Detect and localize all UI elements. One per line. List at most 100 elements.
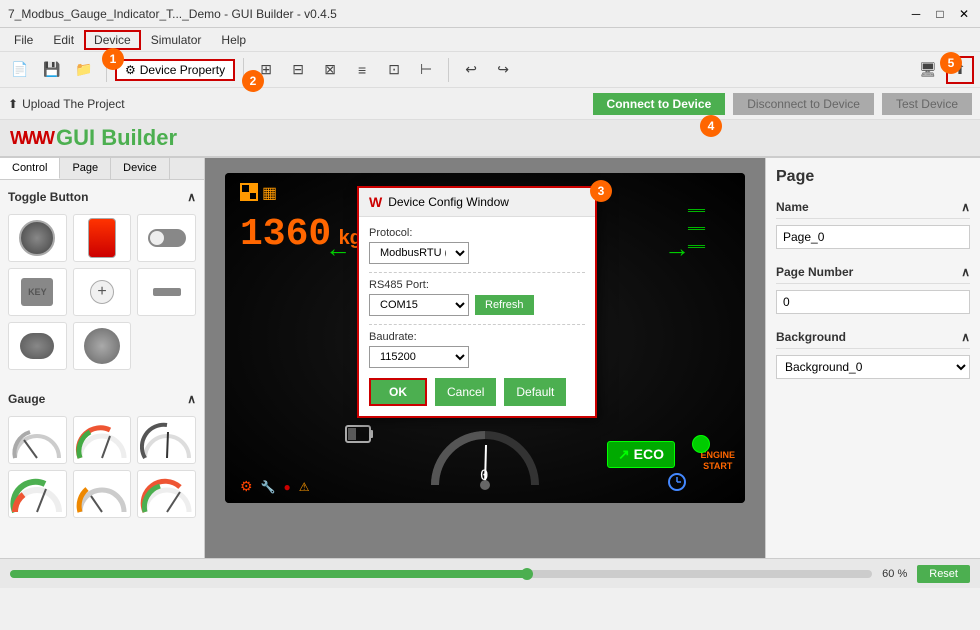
progress-handle [521,568,533,580]
toolbar-new[interactable]: 📄 [6,56,34,84]
gauge-svg-5 [75,474,129,514]
dialog-title: Device Config Window [388,195,509,209]
menu-simulator[interactable]: Simulator [141,31,212,49]
green-indicator [692,435,710,453]
gauge-widget-grid [8,410,196,524]
reset-button[interactable]: Reset [917,565,970,583]
widget-toggle-1[interactable] [8,214,67,262]
tab-page[interactable]: Page [60,158,111,179]
toggle-button-header[interactable]: Toggle Button ∧ [8,186,196,208]
dialog-logo-icon: W [369,194,382,210]
menu-device[interactable]: Device [84,30,141,50]
key-widget-display: KEY [21,278,53,306]
toolbar-monitor[interactable]: 🖥 [914,56,942,84]
oil-icon: 🔧 [261,480,276,494]
titlebar-title: 7_Modbus_Gauge_Indicator_T..._Demo - GUI… [8,7,337,21]
upload-project-button[interactable]: ⬆ Upload The Project [8,97,125,111]
gauge-widget-1[interactable] [8,416,67,464]
name-section-header: Name ∧ [776,196,970,219]
tab-device[interactable]: Device [111,158,170,179]
tab-control[interactable]: Control [0,158,60,179]
toggle-knob-widget [19,220,55,256]
badge-1: 1 [102,48,124,70]
maximize-button[interactable]: □ [932,6,948,22]
gauge-widget-3[interactable] [137,416,196,464]
widget-toggle-2[interactable] [73,214,132,262]
device-toolbar: ⬆ Upload The Project Connect to Device D… [0,88,980,120]
toolbar-save[interactable]: 💾 [38,56,66,84]
minimize-button[interactable]: ─ [908,6,924,22]
menu-file[interactable]: File [4,31,43,49]
toolbar-align4[interactable]: ≡ [348,56,376,84]
bars-icon: ▦ [262,183,277,203]
toolbar-redo[interactable]: ↪ [489,56,517,84]
background-chevron-icon: ∧ [961,330,970,344]
logo-w3: W [38,128,55,149]
widget-minus[interactable] [137,268,196,316]
bottom-bar: 60 % Reset [0,558,980,588]
close-button[interactable]: ✕ [956,6,972,22]
default-button[interactable]: Default [504,378,566,406]
gauge-widget-2[interactable] [73,416,132,464]
dialog-buttons: OK Cancel Default [369,378,585,406]
disconnect-device-button[interactable]: Disconnect to Device [733,93,874,115]
toolbar-align5[interactable]: ⊡ [380,56,408,84]
logo-text: GUI Builder [56,125,177,151]
protocol-select[interactable]: ModbusRTU (RS485) [369,242,469,264]
gauge-widget-6[interactable] [137,470,196,518]
hazard-icon: ⚠ [299,480,310,494]
gauge-header[interactable]: Gauge ∧ [8,388,196,410]
background-label: Background [776,330,846,344]
refresh-button[interactable]: Refresh [475,295,534,315]
right-indicators: ══ ══ ══ [688,203,705,253]
gauge-svg-2 [75,420,129,460]
widget-ignition[interactable] [73,322,132,370]
device-property-button[interactable]: ⚙ Device Property [115,59,235,81]
toggle-widget-grid: KEY + [8,208,196,376]
widget-toggle-3[interactable] [137,214,196,262]
connect-device-button[interactable]: Connect to Device [593,93,726,115]
toolbar-undo[interactable]: ↩ [457,56,485,84]
oval-widget-display [20,333,54,359]
widget-plus[interactable]: + [73,268,132,316]
cancel-button[interactable]: Cancel [435,378,496,406]
page-number-label: Page Number [776,265,853,279]
rs485-label: RS485 Port: [369,279,585,291]
widget-key[interactable]: KEY [8,268,67,316]
background-section-header: Background ∧ [776,326,970,349]
gauge-svg-6 [140,474,194,514]
eco-label: ↗ ECO [607,441,675,468]
baudrate-select[interactable]: 115200 [369,346,469,368]
gauge-svg-1 [10,420,64,460]
gauge-section: Gauge ∧ [0,382,204,530]
gauge-widget-5[interactable] [73,470,132,518]
toolbar-align6[interactable]: ⊢ [412,56,440,84]
ok-button[interactable]: OK [369,378,427,406]
background-select[interactable]: Background_0 [776,355,970,379]
toolbar-align2[interactable]: ⊟ [284,56,312,84]
minus-widget-display [153,288,181,296]
indicator-2: ══ [688,221,705,235]
ignition-widget-display [84,328,120,364]
widget-oval[interactable] [8,322,67,370]
eco-display: ↗ ECO [607,441,675,468]
toolbar-align3[interactable]: ⊠ [316,56,344,84]
menubar: File Edit Device Simulator Help [0,28,980,52]
clock-display [667,472,687,495]
page-name-input[interactable] [776,225,970,249]
gear-icon: ⚙ [125,63,136,77]
test-device-button[interactable]: Test Device [882,93,972,115]
toolbar-open[interactable]: 📁 [70,56,98,84]
port-select[interactable]: COM15 [369,294,469,316]
gauge-chevron-icon: ∧ [187,392,196,406]
canvas-area: 1360 kg ▦ ══ ══ ══ ← → [205,158,765,558]
temp-icon: ● [284,480,291,494]
menu-edit[interactable]: Edit [43,31,84,49]
battery-svg [345,423,375,445]
menu-help[interactable]: Help [211,31,256,49]
gauge-widget-4[interactable] [8,470,67,518]
plus-widget-display: + [90,280,114,304]
progress-bar-container[interactable] [10,570,872,578]
protocol-label: Protocol: [369,227,585,239]
page-number-input[interactable] [776,290,970,314]
